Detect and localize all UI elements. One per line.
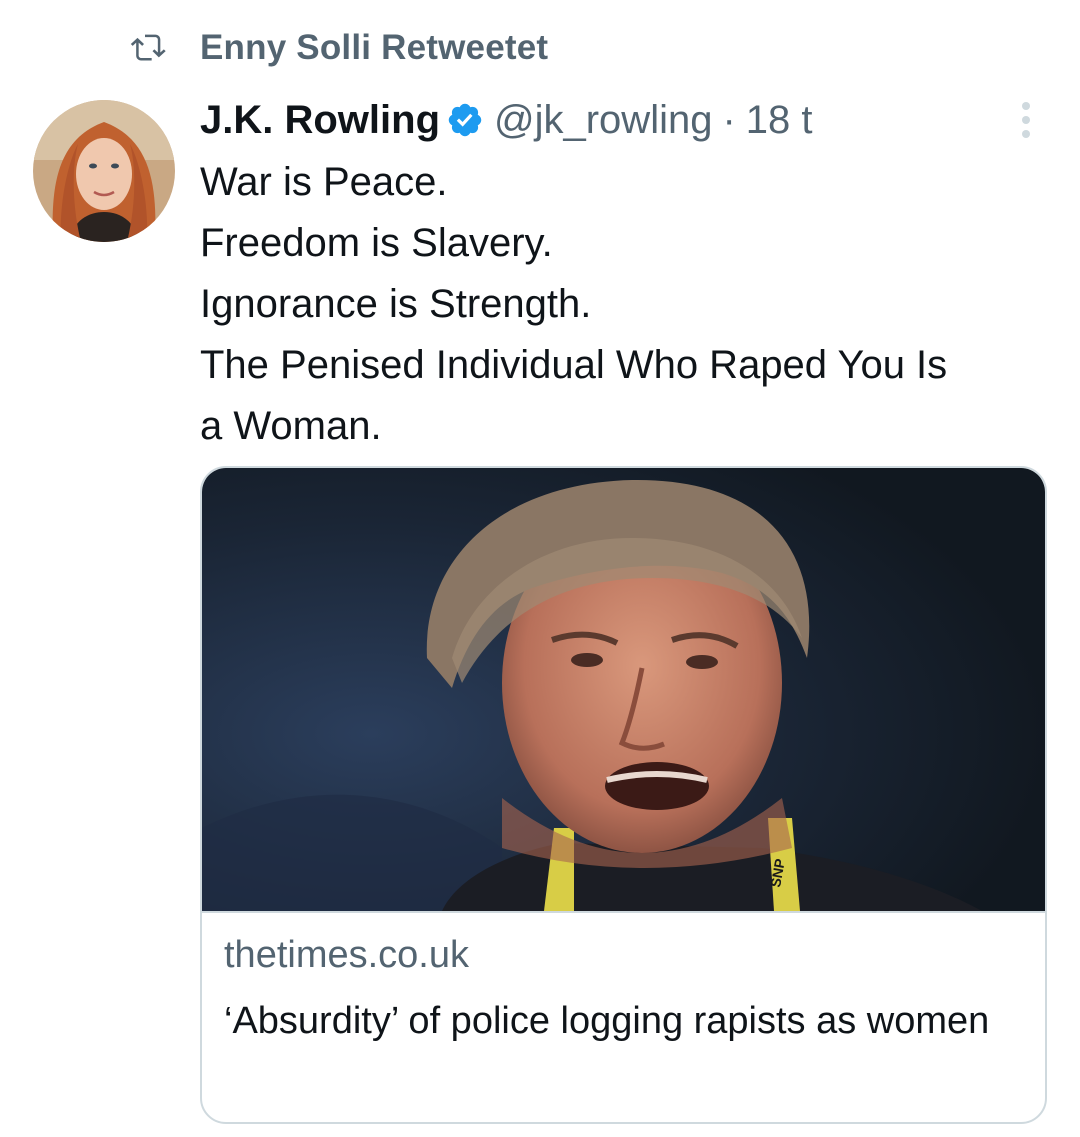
link-preview-card[interactable]: SNP thetimes.co.uk ‘Absurdity’ of police…: [200, 466, 1047, 1124]
card-image: SNP: [202, 468, 1045, 911]
tweet-line: Ignorance is Strength.: [200, 282, 592, 326]
tweet-line: a Woman.: [200, 404, 382, 448]
tweet-line: War is Peace.: [200, 160, 448, 204]
card-domain: thetimes.co.uk: [224, 934, 469, 976]
retweet-icon: [130, 28, 180, 68]
verified-badge-icon: [446, 101, 484, 139]
separator-dot: ·: [722, 97, 736, 142]
author-handle[interactable]: @jk_rowling: [494, 98, 712, 143]
avatar-image: [33, 100, 175, 242]
card-divider: [202, 911, 1045, 913]
retweet-label: Enny Solli Retweetet: [200, 28, 549, 67]
card-title: ‘Absurdity’ of police logging rapists as…: [224, 1000, 990, 1042]
more-options-icon[interactable]: [1006, 98, 1046, 142]
tweet-timestamp[interactable]: 18 t: [746, 98, 813, 143]
tweet-line: The Penised Individual Who Raped You Is: [200, 343, 948, 387]
tweet-header: J.K. Rowling @jk_rowling · 18 t: [200, 92, 813, 148]
avatar[interactable]: [33, 100, 175, 242]
author-name[interactable]: J.K. Rowling: [200, 98, 440, 143]
tweet-text: War is Peace. Freedom is Slavery. Ignora…: [200, 152, 1060, 457]
retweet-context[interactable]: Enny Solli Retweetet: [130, 26, 548, 70]
tweet-line: Freedom is Slavery.: [200, 221, 553, 265]
